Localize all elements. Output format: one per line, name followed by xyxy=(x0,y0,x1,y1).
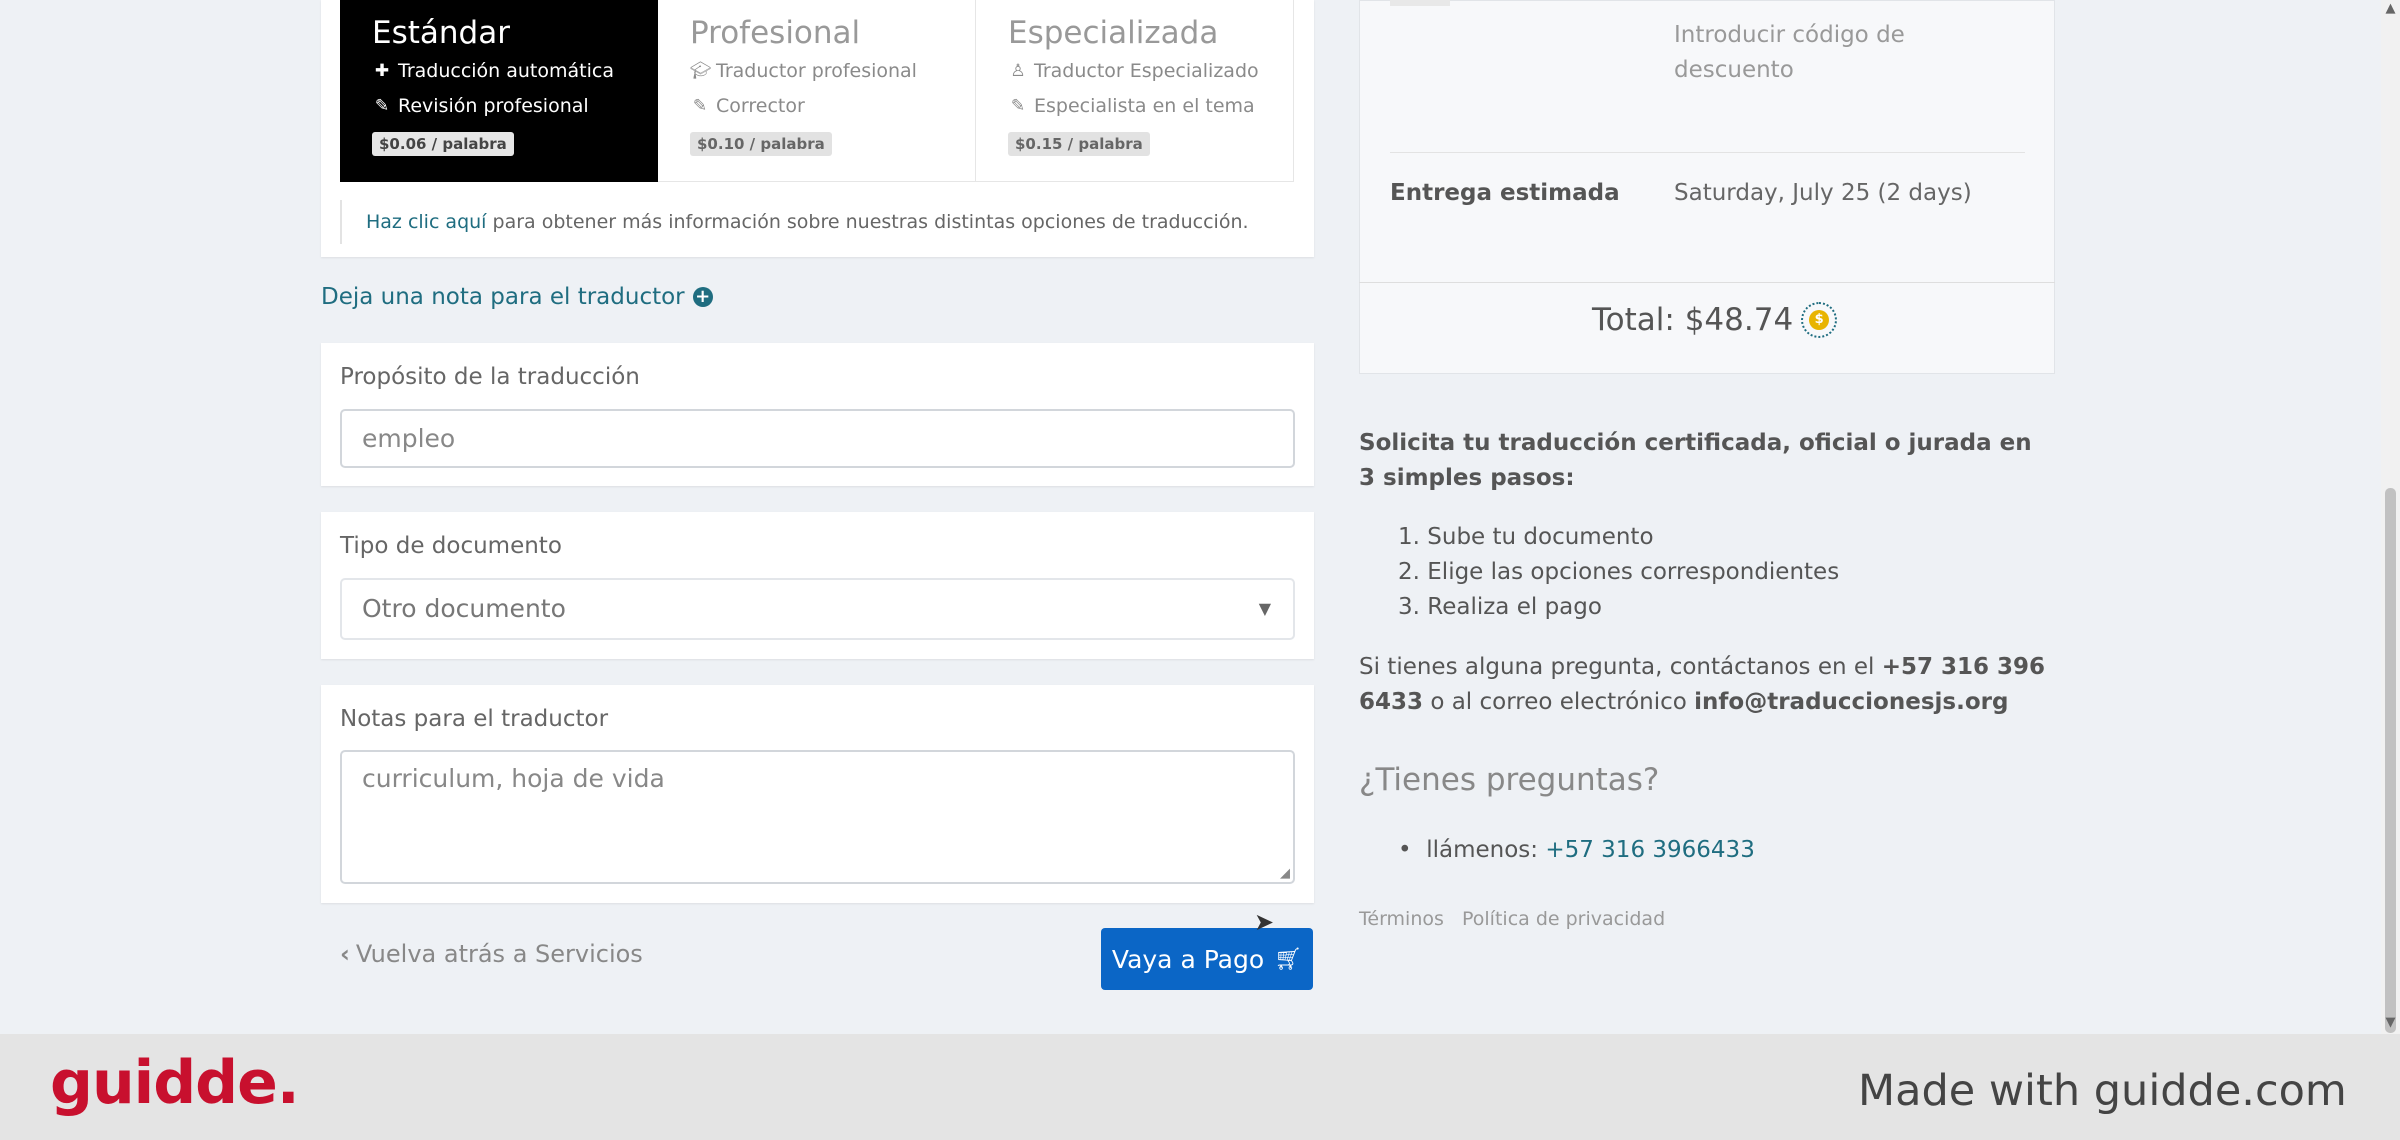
step-item: 3. Realiza el pago xyxy=(1398,594,1602,620)
step-text: Realiza el pago xyxy=(1427,594,1602,620)
doc-type-value: Otro documento xyxy=(362,594,566,623)
discount-code-input[interactable]: Introducir código de descuento xyxy=(1674,18,1934,88)
edit-icon: ✎ xyxy=(1010,96,1026,116)
summary-row-label-cut xyxy=(1390,0,1450,6)
price-badge: $0.06 / palabra xyxy=(372,132,514,156)
back-label: Vuelva atrás a Servicios xyxy=(355,940,643,968)
step-item: 1. Sube tu documento xyxy=(1398,524,1654,550)
chevron-left-icon: ‹ xyxy=(340,940,350,968)
tier-bottom-border xyxy=(658,181,1294,182)
scroll-up-arrow[interactable]: ▲ xyxy=(2383,2,2398,16)
tier-specialized[interactable]: Especializada ♙ Traductor Especializado ✎… xyxy=(976,0,1294,182)
scrollbar-thumb[interactable] xyxy=(2385,488,2396,1033)
resize-handle-icon[interactable]: ◢ xyxy=(1280,866,1290,881)
more-info-link[interactable]: Haz clic aquí xyxy=(366,211,486,233)
back-to-services-link[interactable]: ‹ Vuelva atrás a Servicios xyxy=(340,940,643,968)
notes-value: curriculum, hoja de vida xyxy=(362,764,665,793)
steps-heading: Solicita tu traducción certificada, ofic… xyxy=(1359,430,2032,491)
contact-prefix: Si tienes alguna pregunta, contáctanos e… xyxy=(1359,654,1882,680)
robot-icon: ✚ xyxy=(374,61,390,81)
contact-middle: o al correo electrónico xyxy=(1423,689,1695,715)
tier-info-line: Haz clic aquí para obtener más informaci… xyxy=(340,200,1249,244)
terms-link[interactable]: Términos xyxy=(1359,908,1444,930)
tier-standard[interactable]: Estándar ✚ Traducción automática ✎ Revisió… xyxy=(340,0,658,182)
total-row: Total: $48.74 $ xyxy=(1592,302,1838,338)
tier-feature: Corrector xyxy=(716,95,805,117)
call-phone-link[interactable]: +57 316 3966433 xyxy=(1545,837,1755,863)
price-badge: $0.15 / palabra xyxy=(1008,132,1150,156)
mouse-cursor-icon: ➤ xyxy=(1254,908,1275,936)
purpose-label: Propósito de la traducción xyxy=(340,364,640,390)
caret-down-icon: ▼ xyxy=(1258,599,1271,618)
notes-label: Notas para el traductor xyxy=(340,706,609,732)
tier-feature: Traducción automática xyxy=(398,60,614,82)
total-amount: Total: $48.74 xyxy=(1592,302,1794,338)
delivery-label: Entrega estimada xyxy=(1390,180,1620,206)
faq-call-item: • llámenos: +57 316 3966433 xyxy=(1398,837,1755,863)
step-text: Elige las opciones correspondientes xyxy=(1427,559,1840,585)
contact-text: Si tienes alguna pregunta, contáctanos e… xyxy=(1359,650,2059,720)
faq-heading: ¿Tienes preguntas? xyxy=(1359,762,1660,798)
edit-icon: ✎ xyxy=(374,96,390,116)
privacy-link[interactable]: Política de privacidad xyxy=(1462,908,1665,930)
scroll-down-arrow[interactable]: ▼ xyxy=(2383,1016,2398,1030)
price-badge: $0.10 / palabra xyxy=(690,132,832,156)
user-tie-icon: ♙ xyxy=(1010,61,1026,81)
tier-feature: Traductor profesional xyxy=(716,60,917,82)
step-item: 2. Elige las opciones correspondientes xyxy=(1398,559,1840,585)
guidde-logo: guidde. xyxy=(50,1048,300,1118)
edit-icon: ✎ xyxy=(692,96,708,116)
total-divider xyxy=(1359,282,2055,283)
coin-icon[interactable]: $ xyxy=(1801,302,1838,338)
call-label: llámenos: xyxy=(1426,837,1546,863)
tier-feature: Traductor Especializado xyxy=(1034,60,1259,82)
go-to-payment-button[interactable]: Vaya a Pago 🛒︎ xyxy=(1101,928,1313,990)
note-toggle[interactable]: Deja una nota para el traductor + xyxy=(321,284,713,310)
plus-circle-icon: + xyxy=(692,287,713,307)
contact-email: info@traduccionesjs.org xyxy=(1694,689,2009,715)
step-text: Sube tu documento xyxy=(1427,524,1654,550)
more-info-text: para obtener más información sobre nuest… xyxy=(486,211,1249,233)
purpose-input[interactable]: empleo xyxy=(340,409,1295,468)
tier-feature: Especialista en el tema xyxy=(1034,95,1255,117)
graduation-cap-icon: 🎓︎ xyxy=(690,61,712,81)
tier-feature: Revisión profesional xyxy=(398,95,589,117)
tier-title: Profesional xyxy=(690,15,861,51)
doc-type-label: Tipo de documento xyxy=(340,533,562,559)
tier-title: Especializada xyxy=(1008,15,1219,51)
pay-button-label: Vaya a Pago xyxy=(1111,944,1265,974)
doc-type-select[interactable]: Otro documento ▼ xyxy=(340,578,1295,640)
tier-title: Estándar xyxy=(372,15,510,51)
summary-divider xyxy=(1390,152,2025,153)
cart-icon: 🛒︎ xyxy=(1274,946,1303,972)
notes-textarea[interactable]: curriculum, hoja de vida ◢ xyxy=(340,750,1295,884)
made-with-text: Made with guidde.com xyxy=(1858,1066,2347,1116)
delivery-value: Saturday, July 25 (2 days) xyxy=(1674,180,1972,206)
tier-professional[interactable]: Profesional 🎓︎ Traductor profesional ✎ Cor… xyxy=(658,0,976,182)
note-toggle-label: Deja una nota para el traductor xyxy=(321,284,685,310)
